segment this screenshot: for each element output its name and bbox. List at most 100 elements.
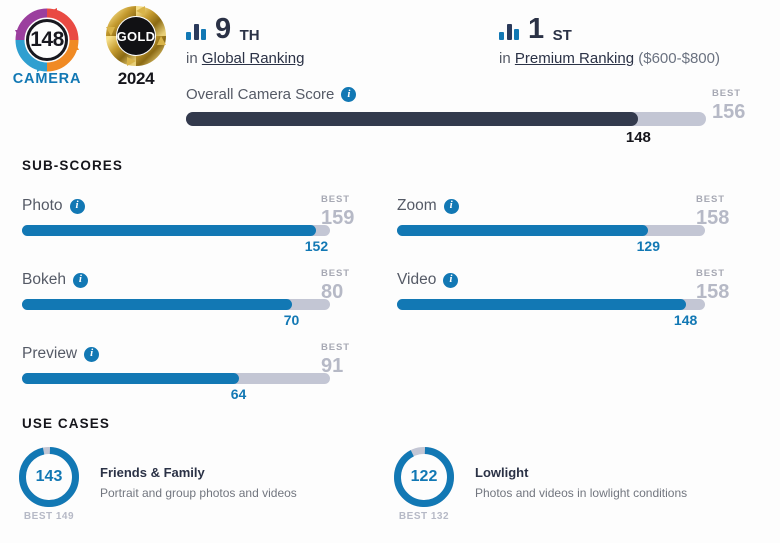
header: 148 CAMERA GOLD 2024 9 TH in Global Rank… bbox=[0, 0, 780, 90]
camera-score-badge: 148 CAMERA bbox=[6, 4, 88, 89]
use-case-donut-wrap: 143 BEST 149 bbox=[16, 446, 82, 522]
use-case-text: Friends & Family Portrait and group photo… bbox=[100, 446, 297, 500]
use-case-best-label: BEST 132 bbox=[398, 511, 450, 522]
sub-score-track: 148 bbox=[397, 299, 705, 328]
premium-rank-row: 1 ST bbox=[499, 10, 720, 44]
use-case-text: Lowlight Photos and videos in lowlight co… bbox=[475, 446, 687, 500]
use-case-score: 122 bbox=[402, 455, 446, 499]
sub-score-best-caption: BEST bbox=[696, 268, 725, 279]
premium-rank-number: 1 bbox=[528, 13, 544, 45]
sub-score-item: Photo i BEST 159 152 bbox=[22, 194, 367, 254]
premium-rank-price-range: ($600-$800) bbox=[638, 50, 720, 67]
global-rank-number: 9 bbox=[215, 13, 231, 45]
sub-score-label: Video bbox=[397, 271, 437, 288]
global-rank-caption: in Global Ranking bbox=[186, 50, 304, 67]
use-case-item: 122 BEST 132 Lowlight Photos and videos in … bbox=[391, 446, 687, 522]
camera-ring-logo-wrap: 148 bbox=[11, 4, 83, 76]
sub-score-best-block: BEST 80 bbox=[321, 268, 367, 303]
info-icon[interactable]: i bbox=[84, 346, 100, 362]
sub-score-best-block: BEST 159 bbox=[321, 194, 367, 229]
sub-score-item: Bokeh i BEST 80 70 bbox=[22, 268, 367, 328]
overall-score-fill bbox=[186, 112, 639, 126]
use-case-title: Friends & Family bbox=[100, 465, 205, 480]
sub-score-fill bbox=[22, 225, 317, 236]
global-ranking-block: 9 TH in Global Ranking bbox=[186, 10, 304, 67]
sub-score-best-caption: BEST bbox=[696, 194, 725, 205]
camera-badge-score: 148 bbox=[30, 28, 64, 51]
sub-score-best-block: BEST 158 bbox=[696, 194, 742, 229]
global-ranking-link[interactable]: Global Ranking bbox=[202, 50, 305, 67]
use-case-donut-wrap: 122 BEST 132 bbox=[391, 446, 457, 522]
sub-score-value: 152 bbox=[304, 238, 329, 254]
overall-score-track: 148 bbox=[186, 112, 706, 146]
sub-score-label: Photo bbox=[22, 197, 63, 214]
sub-score-item: Zoom i BEST 158 129 bbox=[397, 194, 742, 254]
overall-best-value: 156 bbox=[712, 101, 746, 123]
premium-ranking-link[interactable]: Premium Ranking bbox=[515, 50, 634, 67]
sub-score-value: 70 bbox=[283, 312, 300, 328]
sub-score-track: 64 bbox=[22, 373, 330, 402]
sub-score-item: Video i BEST 158 148 bbox=[397, 268, 742, 328]
sub-score-track: 70 bbox=[22, 299, 330, 328]
gold-badge-wrap: GOLD bbox=[104, 4, 168, 68]
sub-score-value: 148 bbox=[673, 312, 698, 328]
overall-camera-score: Overall Camera Score i BEST 156 148 bbox=[186, 86, 760, 146]
info-icon[interactable]: i bbox=[443, 272, 459, 288]
sub-score-head: Zoom i bbox=[397, 196, 742, 216]
sub-score-fill bbox=[397, 299, 686, 310]
info-icon[interactable]: i bbox=[443, 198, 459, 214]
sub-score-track: 129 bbox=[397, 225, 705, 254]
overall-best-block: BEST 156 bbox=[712, 88, 760, 123]
sub-score-head: Preview i bbox=[22, 344, 367, 364]
overall-label-row: Overall Camera Score i bbox=[186, 86, 760, 103]
gold-badge-award-text: GOLD bbox=[116, 28, 156, 44]
sub-score-item: Preview i BEST 91 64 bbox=[22, 342, 367, 402]
info-icon[interactable]: i bbox=[341, 87, 357, 102]
sub-score-value: 129 bbox=[636, 238, 660, 254]
sub-score-fill bbox=[22, 373, 239, 384]
gold-award-badge: GOLD 2024 bbox=[100, 4, 172, 89]
use-case-description: Photos and videos in lowlight conditions bbox=[475, 486, 688, 500]
sub-score-best-caption: BEST bbox=[321, 342, 350, 353]
premium-rank-suffix: ST bbox=[552, 27, 572, 44]
sub-score-label: Zoom bbox=[397, 197, 437, 214]
use-case-donut: 122 bbox=[393, 446, 455, 508]
bar-chart-icon bbox=[499, 23, 519, 40]
info-icon[interactable]: i bbox=[69, 198, 85, 214]
info-icon[interactable]: i bbox=[72, 272, 88, 288]
sub-score-best-block: BEST 158 bbox=[696, 268, 742, 303]
use-case-description: Portrait and group photos and videos bbox=[100, 486, 297, 500]
sub-score-best-caption: BEST bbox=[321, 194, 350, 205]
global-rank-row: 9 TH bbox=[186, 10, 304, 44]
premium-rank-caption: in Premium Ranking ($600-$800) bbox=[499, 50, 720, 67]
sub-score-head: Bokeh i bbox=[22, 270, 367, 290]
use-case-title: Lowlight bbox=[475, 465, 529, 480]
sub-score-head: Video i bbox=[397, 270, 742, 290]
overall-score-value: 148 bbox=[625, 129, 651, 146]
gold-badge-year: 2024 bbox=[117, 69, 155, 88]
sub-score-label: Preview bbox=[22, 345, 78, 362]
sub-score-fill bbox=[397, 225, 649, 236]
premium-ranking-block: 1 ST in Premium Ranking ($600-$800) bbox=[499, 10, 720, 67]
badges-group: 148 CAMERA GOLD 2024 bbox=[6, 4, 172, 89]
sub-score-best-block: BEST 91 bbox=[321, 342, 367, 377]
premium-rank-prefix: in bbox=[499, 50, 511, 67]
overall-score-label: Overall Camera Score bbox=[186, 86, 335, 103]
sub-score-head: Photo i bbox=[22, 196, 367, 216]
sub-score-fill bbox=[22, 299, 292, 310]
use-cases-title: USE CASES bbox=[22, 416, 110, 431]
use-case-score: 143 bbox=[27, 455, 71, 499]
sub-score-best-caption: BEST bbox=[321, 268, 350, 279]
global-rank-prefix: in bbox=[186, 50, 198, 67]
bar-chart-icon bbox=[186, 23, 206, 40]
dxomark-score-card: 148 CAMERA GOLD 2024 9 TH in Global Rank… bbox=[0, 0, 780, 543]
use-case-item: 143 BEST 149 Friends & Family Portrait and … bbox=[16, 446, 297, 522]
use-case-donut: 143 bbox=[18, 446, 80, 508]
sub-scores-title: SUB-SCORES bbox=[22, 158, 124, 173]
sub-score-label: Bokeh bbox=[22, 271, 66, 288]
sub-score-track: 152 bbox=[22, 225, 330, 254]
global-rank-suffix: TH bbox=[239, 27, 260, 44]
use-case-best-label: BEST 149 bbox=[23, 511, 75, 522]
sub-score-value: 64 bbox=[230, 386, 247, 402]
overall-best-caption: BEST bbox=[712, 88, 741, 99]
